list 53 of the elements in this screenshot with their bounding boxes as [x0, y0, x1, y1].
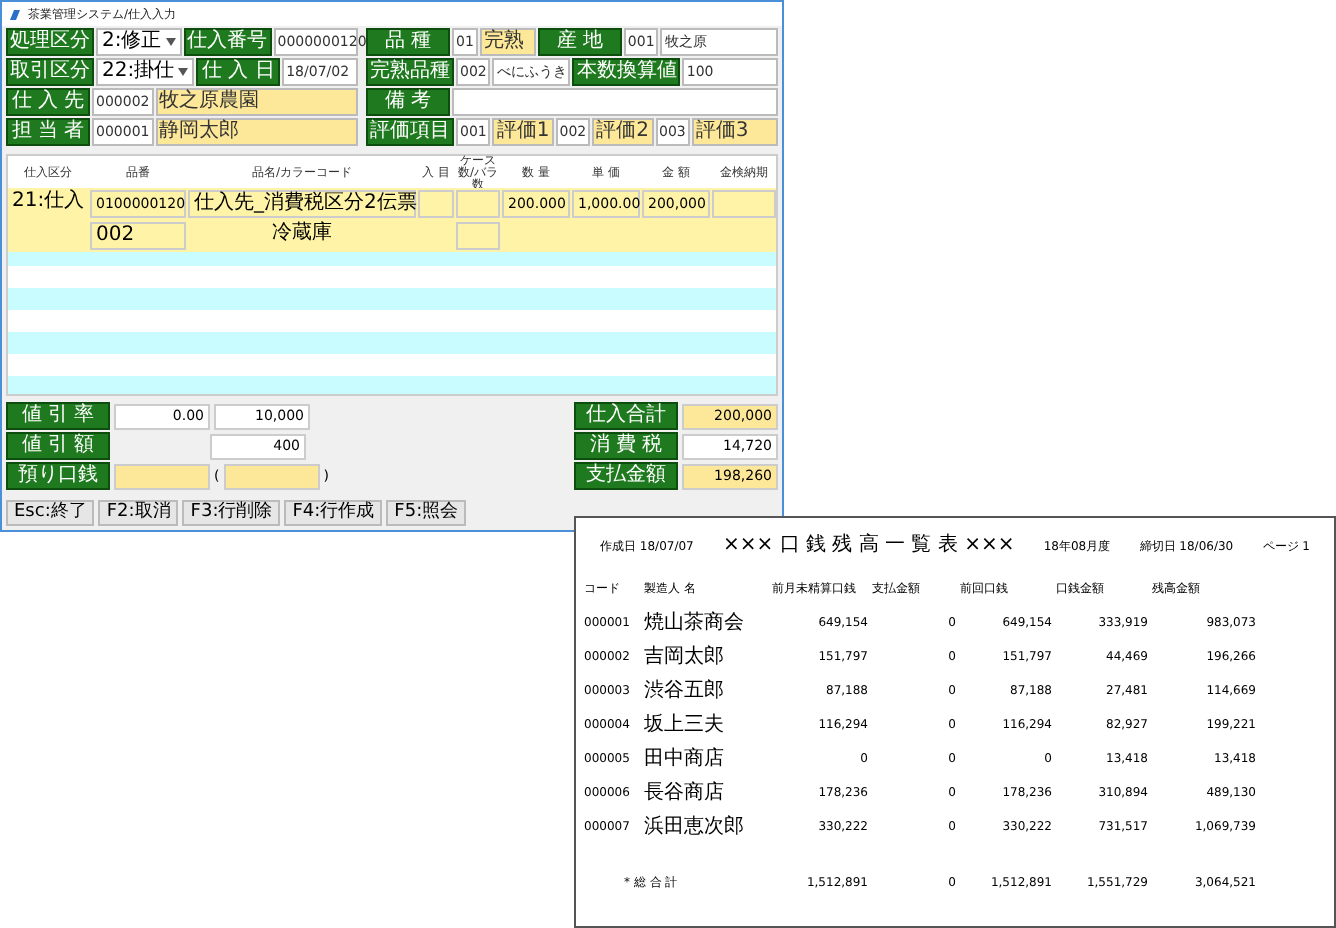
caret-icon: [165, 38, 176, 46]
dropdown[interactable]: 22:掛仕: [96, 58, 195, 86]
field-label: 評価項目: [366, 118, 454, 146]
field-label: 仕入番号: [183, 28, 272, 56]
table-cell-text: 渋谷五郎: [644, 680, 726, 704]
input-field[interactable]: 静岡太郎: [155, 118, 358, 146]
grid-cell[interactable]: 002: [90, 222, 186, 250]
field-label: 取引区分: [6, 58, 94, 86]
input-field[interactable]: 評価3: [691, 118, 778, 146]
grid-cell[interactable]: [456, 222, 500, 250]
table-cell-text: 焼山茶商会: [644, 612, 746, 636]
field-label: 担 当 者: [6, 118, 90, 146]
field-label: 品 種: [366, 28, 450, 56]
field-label: 消 費 税: [574, 432, 678, 460]
grid-cell[interactable]: 仕入先_消費税区分2伝票: [188, 190, 416, 218]
input-field[interactable]: [223, 463, 320, 489]
field-label: 産 地: [537, 28, 622, 56]
table-cell-text: 坂上三夫: [644, 714, 726, 738]
table-cell-text: 吉岡太郎: [644, 646, 726, 670]
input-field[interactable]: 評価1: [492, 118, 554, 146]
function-key[interactable]: F2:取消: [98, 500, 179, 526]
grid-cell[interactable]: [712, 190, 776, 218]
function-key[interactable]: F4:行作成: [284, 500, 383, 526]
field-label: 処理区分: [6, 28, 94, 56]
field-label: 支払金額: [574, 462, 678, 490]
app-icon: [8, 7, 22, 21]
field-label: 備 考: [366, 88, 450, 116]
input-field[interactable]: 完熟: [479, 28, 536, 56]
report-title: ××× 口 銭 残 高 一 覧 表 ×××: [723, 531, 1015, 558]
table-cell-text: 田中商店: [644, 748, 726, 772]
grid-cell[interactable]: 21:仕入: [8, 190, 88, 214]
field-label: 本数換算値: [572, 58, 681, 86]
function-key[interactable]: F5:照会: [386, 500, 467, 526]
function-key[interactable]: F3:行削除: [182, 500, 281, 526]
input-field[interactable]: 牧之原農園: [155, 88, 358, 116]
function-key[interactable]: Esc:終了: [6, 500, 95, 526]
table-cell-text: 長谷商店: [644, 782, 726, 806]
field-label: 完熟品種: [366, 58, 454, 86]
grid-cell[interactable]: [418, 190, 454, 218]
input-field[interactable]: [452, 88, 778, 116]
field-label: 仕 入 先: [6, 88, 90, 116]
grid-cell[interactable]: [456, 190, 500, 218]
field-label: 仕入合計: [574, 402, 678, 430]
grid-cell[interactable]: 冷蔵庫: [188, 222, 416, 246]
field-label: 値 引 額: [6, 432, 110, 460]
caret-icon: [178, 68, 189, 76]
field-label: 値 引 率: [6, 402, 110, 430]
field-label: 預り口銭: [6, 462, 110, 490]
dropdown[interactable]: 2:修正: [96, 28, 182, 56]
field-label: 仕 入 日: [196, 58, 281, 86]
input-field[interactable]: 評価2: [592, 118, 653, 146]
table-cell-text: 浜田恵次郎: [644, 816, 746, 840]
input-field[interactable]: [114, 463, 210, 489]
